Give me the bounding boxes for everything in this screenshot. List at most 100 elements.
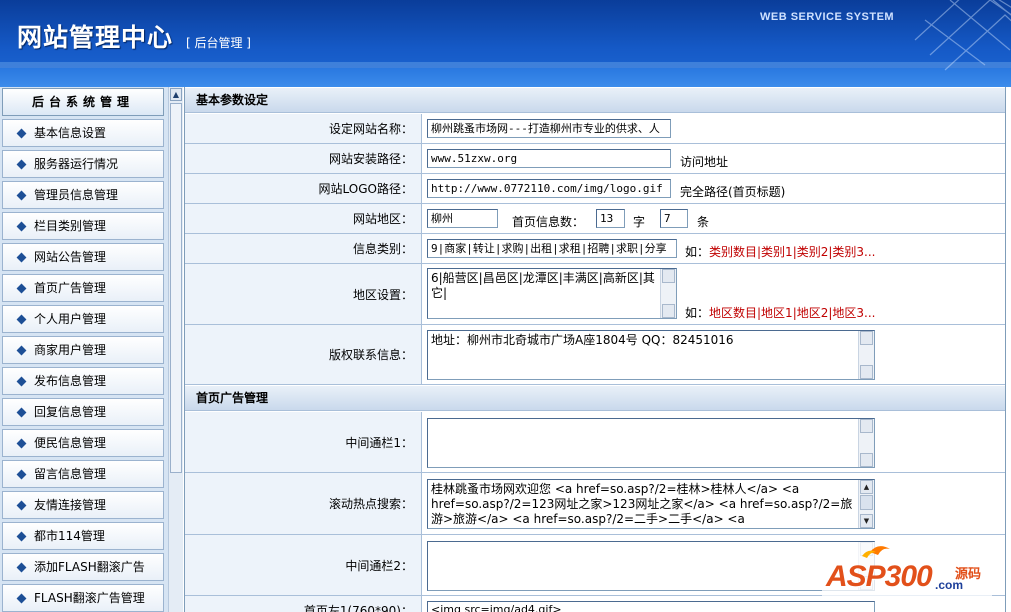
row-site-name: 设定网站名称： 柳州跳蚤市场网---打造柳州市专业的供求、人 xyxy=(185,114,1005,144)
sidebar-item-basic-info[interactable]: 基本信息设置 xyxy=(2,119,164,147)
sidebar-title: 后台系统管理 xyxy=(2,88,164,116)
textarea-scrollbar[interactable] xyxy=(858,419,874,467)
sidebar-item-label: 栏目类别管理 xyxy=(34,219,107,233)
scroll-up-icon[interactable]: ▲ xyxy=(860,480,873,494)
diamond-bullet-icon xyxy=(16,469,27,480)
watermark-domain: .com xyxy=(935,578,964,592)
row-areas: 地区设置： 6|船营区|昌邑区|龙潭区|丰满区|高新区|其它| 如：地区数目|地… xyxy=(185,264,1005,325)
sidebar-item-links[interactable]: 友情连接管理 xyxy=(2,491,164,519)
diamond-bullet-icon xyxy=(16,221,27,232)
unit-chars: 字 xyxy=(633,215,646,229)
sidebar-item-category[interactable]: 栏目类别管理 xyxy=(2,212,164,240)
sidebar-item-server-status[interactable]: 服务器运行情况 xyxy=(2,150,164,178)
sidebar-item-label: 网站公告管理 xyxy=(34,250,107,264)
sidebar-item-flash-ads[interactable]: FLASH翻滚广告管理 xyxy=(2,584,164,612)
field-label: 滚动热点搜索： xyxy=(185,473,422,534)
sidebar-item-label: 留言信息管理 xyxy=(34,467,107,481)
sidebar-item-announcement[interactable]: 网站公告管理 xyxy=(2,243,164,271)
row-mid-bar1: 中间通栏1： xyxy=(185,412,1005,473)
home-count-label: 首页信息数： xyxy=(512,215,585,229)
site-subtitle: [ 后台管理 ] xyxy=(186,36,251,50)
diamond-bullet-icon xyxy=(16,128,27,139)
textarea-scrollbar[interactable] xyxy=(660,269,676,318)
sidebar: 后台系统管理 基本信息设置 服务器运行情况 管理员信息管理 栏目类别管理 网站公… xyxy=(0,87,183,612)
sidebar-item-label: 友情连接管理 xyxy=(34,498,107,512)
sidebar-item-label: 个人用户管理 xyxy=(34,312,107,326)
sidebar-item-convenience[interactable]: 便民信息管理 xyxy=(2,429,164,457)
diamond-bullet-icon xyxy=(16,562,27,573)
left-ad-textarea[interactable]: <img src=img/ad4.gif> xyxy=(427,601,875,612)
copyright-textarea[interactable]: 地址：柳州市北奇城市广场A座1804号 QQ：82451016 xyxy=(427,330,875,380)
site-name-input[interactable]: 柳州跳蚤市场网---打造柳州市专业的供求、人 xyxy=(427,119,671,138)
sidebar-item-posts[interactable]: 发布信息管理 xyxy=(2,367,164,395)
categories-hint: 类别数目|类别1|类别2|类别3... xyxy=(709,245,876,259)
sidebar-item-home-ads[interactable]: 首页广告管理 xyxy=(2,274,164,302)
sidebar-scrollbar[interactable]: ▲ xyxy=(168,87,183,612)
sidebar-item-label: FLASH翻滚广告管理 xyxy=(34,591,145,605)
categories-input[interactable]: 9|商家|转让|求购|出租|求租|招聘|求职|分享 xyxy=(427,239,677,258)
logo-path-note: 完全路径(首页标题) xyxy=(680,185,786,199)
scroll-up-icon[interactable] xyxy=(662,269,675,283)
row-left-ad: 首页左1(760*90)： <img src=img/ad4.gif> xyxy=(185,596,1005,612)
sidebar-item-label: 商家用户管理 xyxy=(34,343,107,357)
copyright-text: 地址：柳州市北奇城市广场A座1804号 QQ：82451016 xyxy=(431,333,734,347)
areas-text: 6|船营区|昌邑区|龙潭区|丰满区|高新区|其它| xyxy=(431,271,655,300)
scrollbar-thumb[interactable] xyxy=(860,495,873,510)
unit-items: 条 xyxy=(697,215,710,229)
field-label: 版权联系信息： xyxy=(185,325,422,384)
left-ad-text: <img src=img/ad4.gif> xyxy=(431,603,562,612)
diamond-bullet-icon xyxy=(16,314,27,325)
scroll-down-icon[interactable] xyxy=(860,365,873,379)
sidebar-item-label: 管理员信息管理 xyxy=(34,188,119,202)
field-label: 中间通栏2： xyxy=(185,535,422,595)
row-region: 网站地区： 柳州 首页信息数： 13 字 7 条 xyxy=(185,204,1005,234)
scroll-hot-textarea[interactable]: 桂林跳蚤市场网欢迎您 <a href=so.asp?/2=桂林>桂林人</a> … xyxy=(427,479,875,529)
field-label: 网站安装路径： xyxy=(185,144,422,173)
textarea-scrollbar[interactable]: ▲ ▼ xyxy=(858,480,874,528)
sidebar-item-add-flash-ad[interactable]: 添加FLASH翻滚广告 xyxy=(2,553,164,581)
diamond-bullet-icon xyxy=(16,531,27,542)
scroll-up-icon[interactable] xyxy=(860,331,873,345)
sidebar-item-merchant-users[interactable]: 商家用户管理 xyxy=(2,336,164,364)
scroll-down-icon[interactable] xyxy=(860,453,873,467)
logo-path-input[interactable]: http://www.0772110.com/img/logo.gif xyxy=(427,179,671,198)
scrollbar-thumb[interactable] xyxy=(170,103,182,473)
areas-hint: 地区数目|地区1|地区2|地区3... xyxy=(709,306,876,320)
header-banner: 网站管理中心 [ 后台管理 ] WEB SERVICE SYSTEM xyxy=(0,0,1011,87)
diamond-bullet-icon xyxy=(16,376,27,387)
scroll-down-icon[interactable]: ▼ xyxy=(860,514,873,528)
field-label: 信息类别： xyxy=(185,234,422,263)
home-count-items-input[interactable]: 7 xyxy=(660,209,688,228)
sidebar-item-label: 服务器运行情况 xyxy=(34,157,119,171)
scroll-up-icon[interactable] xyxy=(860,419,873,433)
row-site-path: 网站安装路径： www.51zxw.org 访问地址 xyxy=(185,144,1005,174)
globe-grid-icon xyxy=(914,0,1011,71)
diamond-bullet-icon xyxy=(16,159,27,170)
textarea-scrollbar[interactable] xyxy=(858,331,874,379)
mid-bar2-textarea[interactable] xyxy=(427,541,875,591)
home-count-chars-input[interactable]: 13 xyxy=(596,209,625,228)
sidebar-item-label: 首页广告管理 xyxy=(34,281,107,295)
sidebar-item-personal-users[interactable]: 个人用户管理 xyxy=(2,305,164,333)
watermark-logo: ASP300 源码 .com xyxy=(822,542,992,596)
site-path-input[interactable]: www.51zxw.org xyxy=(427,149,671,168)
sidebar-item-label: 添加FLASH翻滚广告 xyxy=(34,560,145,574)
diamond-bullet-icon xyxy=(16,500,27,511)
diamond-bullet-icon xyxy=(16,438,27,449)
sidebar-item-replies[interactable]: 回复信息管理 xyxy=(2,398,164,426)
sidebar-menu: 后台系统管理 基本信息设置 服务器运行情况 管理员信息管理 栏目类别管理 网站公… xyxy=(0,87,167,612)
row-copyright: 版权联系信息： 地址：柳州市北奇城市广场A座1804号 QQ：82451016 xyxy=(185,325,1005,385)
areas-textarea[interactable]: 6|船营区|昌邑区|龙潭区|丰满区|高新区|其它| xyxy=(427,268,677,319)
header-band xyxy=(0,68,1011,87)
sidebar-item-city114[interactable]: 都市114管理 xyxy=(2,522,164,550)
categories-hint-prefix: 如： xyxy=(685,245,710,259)
region-input[interactable]: 柳州 xyxy=(427,209,498,228)
mid-bar1-textarea[interactable] xyxy=(427,418,875,468)
row-logo-path: 网站LOGO路径： http://www.0772110.com/img/log… xyxy=(185,174,1005,204)
settings-form: 基本参数设定 设定网站名称： 柳州跳蚤市场网---打造柳州市专业的供求、人 网站… xyxy=(184,87,1006,612)
sidebar-item-admin[interactable]: 管理员信息管理 xyxy=(2,181,164,209)
scroll-down-icon[interactable] xyxy=(662,304,675,318)
sidebar-item-messages[interactable]: 留言信息管理 xyxy=(2,460,164,488)
scroll-up-icon[interactable]: ▲ xyxy=(170,88,182,101)
diamond-bullet-icon xyxy=(16,252,27,263)
